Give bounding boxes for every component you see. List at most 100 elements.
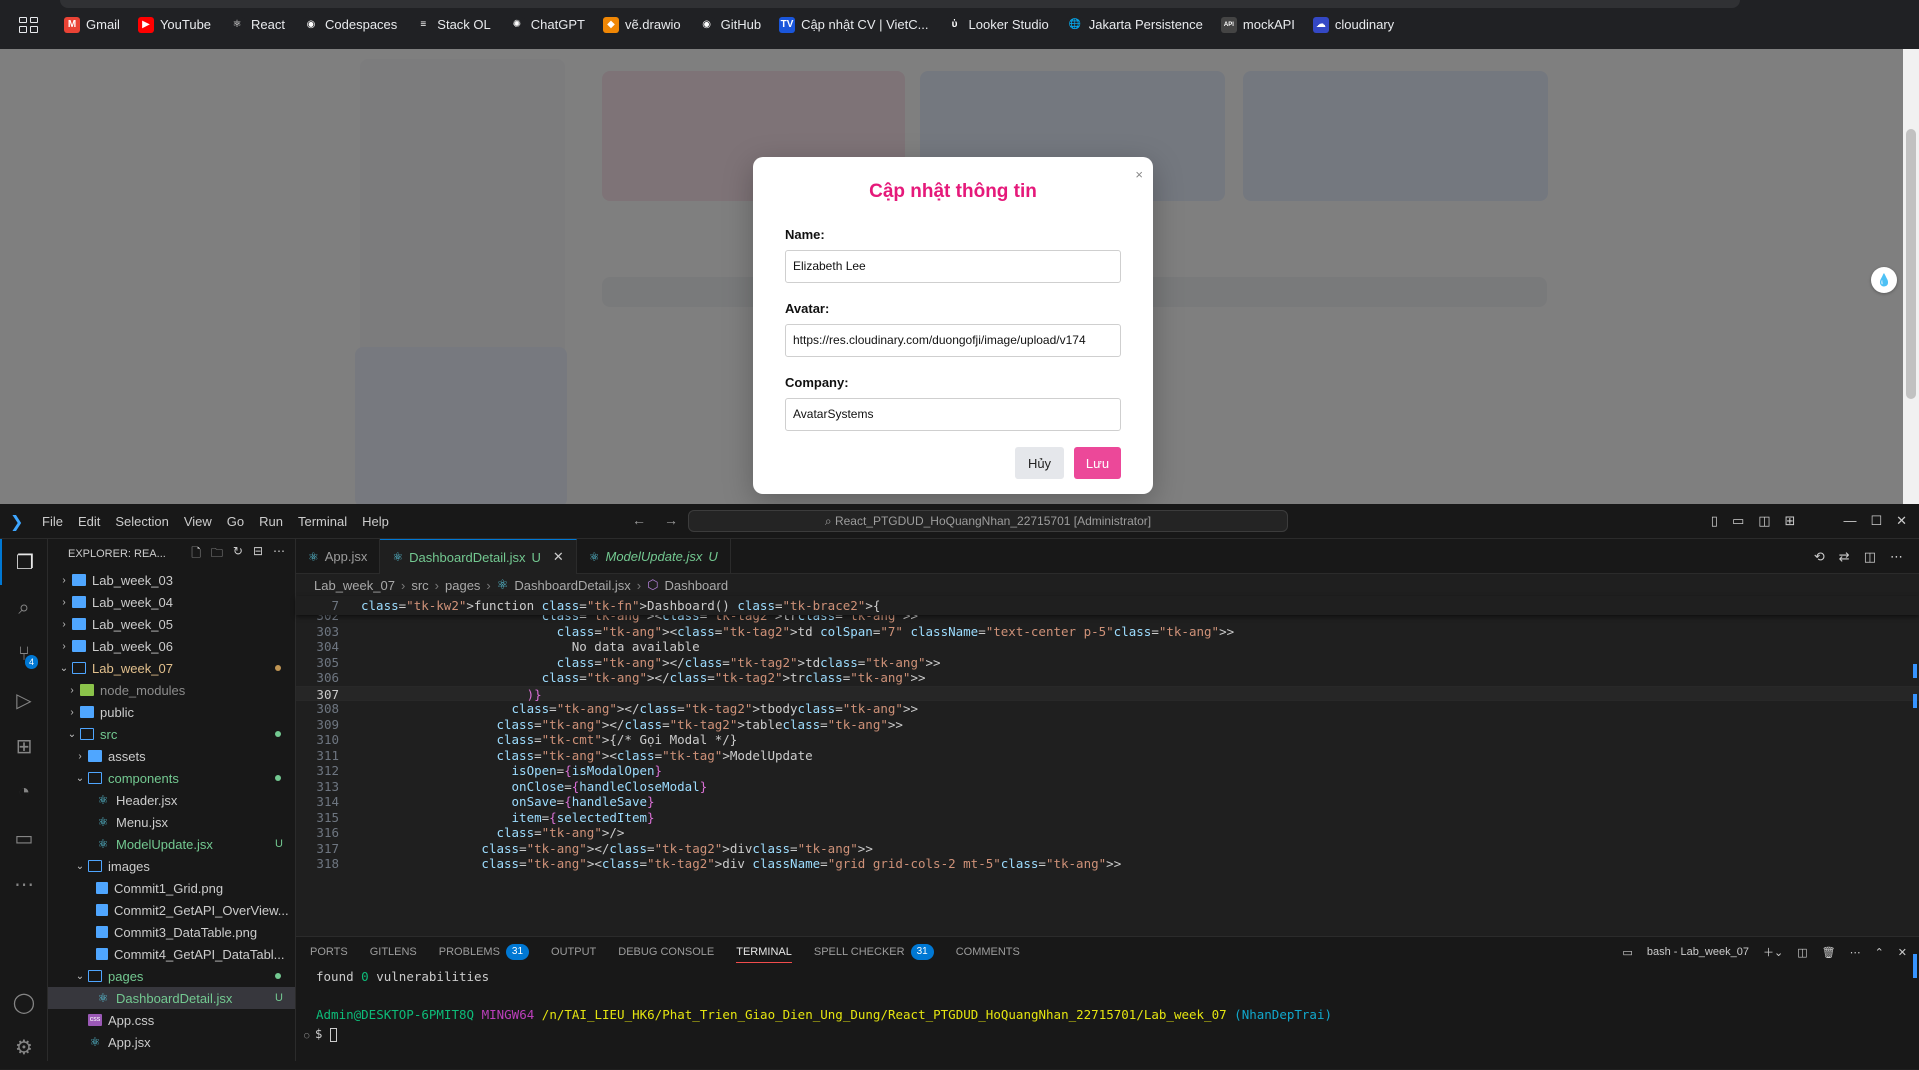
code-line[interactable]: 312 isOpen={isModalOpen} (296, 763, 1919, 779)
toggle-panel-icon[interactable]: ▭ (1732, 513, 1744, 529)
split-terminal-icon[interactable]: ◫ (1797, 946, 1807, 959)
tree-row[interactable]: › assets (48, 745, 295, 767)
refresh-icon[interactable]: ↻ (233, 544, 243, 565)
menu-item-terminal[interactable]: Terminal (298, 514, 347, 529)
terminal-name[interactable]: bash - Lab_week_07 (1647, 946, 1749, 958)
page-scrollbar-thumb[interactable] (1906, 129, 1916, 399)
menu-item-edit[interactable]: Edit (78, 514, 100, 529)
compare-icon[interactable]: ⇄ (1839, 549, 1850, 565)
tree-row[interactable]: › Lab_week_04 (48, 591, 295, 613)
breadcrumb-item[interactable]: pages (445, 578, 480, 593)
panel-tab-output[interactable]: OUTPUT (551, 937, 596, 967)
split-editor-icon[interactable]: ◫ (1864, 549, 1876, 565)
tree-row[interactable]: ⚛ Header.jsx (48, 789, 295, 811)
panel-tab-ports[interactable]: PORTS (310, 937, 348, 967)
extensions-icon[interactable]: ⊞ (0, 723, 48, 769)
minimize-icon[interactable]: — (1843, 513, 1856, 529)
timeline-icon[interactable]: ⟲ (1814, 549, 1825, 565)
tree-row[interactable]: ⌄ components (48, 767, 295, 789)
sticky-scroll-line[interactable]: 7 class="tk-kw2">function class="tk-fn">D… (296, 596, 1919, 615)
customize-layout-icon[interactable]: ⊞ (1785, 513, 1796, 529)
code-line[interactable]: 314 onSave={handleSave} (296, 794, 1919, 810)
source-control-icon[interactable]: ⑂ 4 (0, 631, 48, 677)
bookmark-item[interactable]: ⚛ React (229, 16, 285, 33)
extension-widget-icon[interactable]: 💧 (1871, 267, 1897, 293)
toggle-secondary-sidebar-icon[interactable]: ◫ (1758, 513, 1770, 529)
bookmark-item[interactable]: ◉ Codespaces (303, 16, 397, 33)
code-line[interactable]: 313 onClose={handleCloseModal} (296, 779, 1919, 795)
folder-view-icon[interactable]: ▭ (0, 815, 48, 861)
code-line[interactable]: 307 )} (296, 685, 1919, 702)
name-input[interactable]: Elizabeth Lee (785, 250, 1121, 283)
avatar-input[interactable]: https://res.cloudinary.com/duongofji/ima… (785, 324, 1121, 357)
panel-tab-spell-checker[interactable]: SPELL CHECKER 31 (814, 937, 934, 967)
code-line[interactable]: 310 class="tk-cmt">{/* Gọi Modal */} (296, 732, 1919, 748)
tree-row[interactable]: › Lab_week_05 (48, 613, 295, 635)
tree-row[interactable]: Commit1_Grid.png (48, 877, 295, 899)
bookmark-item[interactable]: ≡ Stack OL (415, 16, 491, 33)
search-view-icon[interactable]: ⌕ (0, 585, 48, 631)
bookmark-item[interactable]: 🌐 Jakarta Persistence (1066, 16, 1203, 33)
tree-row[interactable]: ⚛ ModelUpdate.jsx U (48, 833, 295, 855)
code-line[interactable]: 316 class="tk-ang">/> (296, 825, 1919, 841)
breadcrumb-item[interactable]: DashboardDetail.jsx (514, 578, 630, 593)
tree-row[interactable]: ⌄ src (48, 723, 295, 745)
panel-tab-gitlens[interactable]: GITLENS (370, 937, 417, 967)
collapse-all-icon[interactable]: ⊟ (253, 544, 263, 565)
tree-row[interactable]: › Lab_week_06 (48, 635, 295, 657)
breadcrumb-item[interactable]: src (411, 578, 428, 593)
menu-item-view[interactable]: View (184, 514, 212, 529)
menu-item-selection[interactable]: Selection (115, 514, 168, 529)
tree-row[interactable]: Commit3_DataTable.png (48, 921, 295, 943)
tab-modelupdate-jsx[interactable]: ⚛ ModelUpdate.jsx U (577, 539, 731, 574)
code-line[interactable]: 303 class="tk-ang"><class="tk-tag2">td c… (296, 624, 1919, 640)
apps-grid-icon[interactable] (16, 14, 38, 36)
new-folder-icon[interactable]: 🗀 (211, 544, 223, 565)
tree-row[interactable]: css App.css (48, 1009, 295, 1031)
bookmark-item[interactable]: ὑ Looker Studio (946, 16, 1049, 33)
close-icon[interactable]: × (1135, 167, 1143, 182)
new-terminal-icon[interactable]: ＋⌄ (1763, 944, 1783, 960)
menu-item-help[interactable]: Help (362, 514, 389, 529)
code-line[interactable]: 311 class="tk-ang"><class="tk-tag">Model… (296, 748, 1919, 764)
tree-row[interactable]: ⚛ Menu.jsx (48, 811, 295, 833)
code-line[interactable]: 317 class="tk-ang"></class="tk-tag2">div… (296, 841, 1919, 857)
tree-row[interactable]: ⚛ App.jsx (48, 1031, 295, 1053)
maximize-icon[interactable]: ☐ (1870, 513, 1882, 529)
tree-row[interactable]: ⌄ Lab_week_07 (48, 657, 295, 679)
toggle-sidebar-icon[interactable]: ▯ (1711, 513, 1718, 529)
tree-row[interactable]: › public (48, 701, 295, 723)
close-window-icon[interactable]: ✕ (1896, 513, 1907, 529)
bookmark-item[interactable]: ▶ YouTube (137, 16, 211, 33)
tree-row[interactable]: › node_modules (48, 679, 295, 701)
close-tab-icon[interactable]: ✕ (553, 549, 564, 565)
code-line[interactable]: 304 No data available (296, 639, 1919, 655)
code-line[interactable]: 305 class="tk-ang"></class="tk-tag2">tdc… (296, 655, 1919, 671)
back-arrow-icon[interactable]: ← (632, 512, 646, 528)
menu-item-go[interactable]: Go (227, 514, 244, 529)
command-center[interactable]: ⌕ React_PTGDUD_HoQuangNhan_22715701 [Adm… (688, 510, 1288, 532)
tree-row[interactable]: ⌄ pages (48, 965, 295, 987)
terminal-input-line[interactable]: ○ $ (304, 1024, 1919, 1043)
menu-item-file[interactable]: File (42, 514, 63, 529)
company-input[interactable]: AvatarSystems (785, 398, 1121, 431)
bookmark-item[interactable]: ◆ vẽ.drawio (602, 16, 681, 33)
tree-row[interactable]: ⌄ images (48, 855, 295, 877)
new-file-icon[interactable]: 🗋 (191, 544, 201, 565)
code-line[interactable]: 315 item={selectedItem} (296, 810, 1919, 826)
tree-row[interactable]: › Lab_week_03 (48, 569, 295, 591)
bookmark-item[interactable]: M Gmail (64, 16, 120, 33)
code-line[interactable]: 318 class="tk-ang"><class="tk-tag2">div … (296, 856, 1919, 872)
tab-dashboarddetail-jsx[interactable]: ⚛ DashboardDetail.jsx U ✕ (380, 539, 577, 574)
panel-tab-debug-console[interactable]: DEBUG CONSOLE (618, 937, 714, 967)
panel-tab-comments[interactable]: COMMENTS (956, 937, 1020, 967)
run-debug-icon[interactable]: ▷ (0, 677, 48, 723)
tab-app-jsx[interactable]: ⚛ App.jsx (296, 539, 381, 574)
tree-row[interactable]: Commit2_GetAPI_OverView... (48, 899, 295, 921)
kill-terminal-icon[interactable]: 🗑 (1822, 946, 1836, 959)
bookmark-item[interactable]: API mockAPI (1220, 16, 1295, 33)
more-icon[interactable]: ⋯ (0, 861, 48, 907)
maximize-panel-icon[interactable]: ⌃ (1875, 946, 1884, 959)
close-panel-icon[interactable]: ✕ (1898, 946, 1907, 959)
breadcrumb-item[interactable]: Lab_week_07 (314, 578, 395, 593)
